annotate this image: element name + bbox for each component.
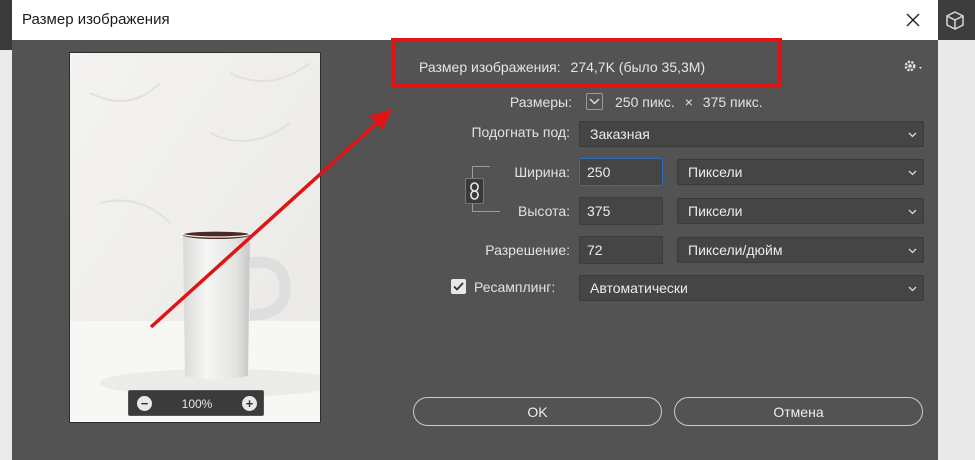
dimensions-toggle[interactable] [586, 93, 603, 110]
height-label: Высота: [518, 203, 570, 219]
chain-link-icon [470, 182, 479, 200]
cube-icon[interactable] [944, 10, 966, 32]
constrain-proportions-button[interactable] [465, 178, 484, 204]
chevron-down-icon [908, 170, 917, 176]
dialog-title: Размер изображения [22, 11, 170, 28]
settings-gear-icon[interactable] [901, 56, 927, 76]
width-unit-value: Пиксели [688, 164, 743, 180]
backdrop-right-canvas [938, 40, 975, 460]
image-size-dialog: Размер изображения − 100% + Размер изобр… [12, 0, 938, 460]
checkmark-icon [453, 282, 464, 291]
resample-select[interactable]: Автоматически [579, 275, 924, 301]
width-label: Ширина: [514, 164, 570, 180]
zoom-out-button[interactable]: − [137, 396, 152, 411]
chevron-down-icon [908, 209, 917, 215]
fit-to-label: Подогнать под: [471, 124, 570, 140]
dimensions-separator: × [684, 94, 693, 110]
resolution-input[interactable]: 72 [579, 236, 663, 264]
resample-label[interactable]: Ресамплинг: [474, 279, 555, 295]
resolution-label: Разрешение: [485, 242, 570, 258]
dimensions-values: 250 пикс. × 375 пикс. [615, 94, 763, 110]
ok-button[interactable]: OK [413, 397, 662, 426]
zoom-control: − 100% + [128, 390, 264, 416]
height-unit-select[interactable]: Пиксели [677, 198, 924, 224]
fit-to-select[interactable]: Заказная [579, 121, 924, 147]
image-preview[interactable] [69, 52, 321, 423]
resample-checkbox[interactable] [451, 279, 466, 294]
resample-value: Автоматически [590, 280, 688, 296]
chevron-down-icon [908, 248, 917, 254]
zoom-value: 100% [181, 397, 213, 411]
backdrop-left-canvas [0, 50, 12, 460]
close-icon [906, 13, 920, 27]
dimensions-width: 250 пикс. [615, 94, 675, 110]
chevron-down-icon [908, 132, 917, 138]
titlebar: Размер изображения [12, 0, 938, 40]
resolution-unit-select[interactable]: Пиксели/дюйм [677, 237, 924, 263]
cup-photo [70, 53, 320, 422]
fit-to-value: Заказная [590, 126, 650, 142]
cancel-button[interactable]: Отмена [674, 397, 923, 426]
resolution-unit-value: Пиксели/дюйм [688, 242, 783, 258]
width-unit-select[interactable]: Пиксели [677, 159, 924, 185]
height-input[interactable]: 375 [579, 197, 663, 225]
annotation-highlight-box [391, 38, 782, 87]
height-unit-value: Пиксели [688, 203, 743, 219]
chevron-down-icon [908, 286, 917, 292]
chevron-down-icon [589, 98, 600, 105]
close-button[interactable] [900, 8, 926, 32]
dimensions-label: Размеры: [509, 94, 572, 110]
width-input[interactable]: 250 [579, 158, 663, 186]
zoom-in-button[interactable]: + [242, 396, 257, 411]
dimensions-height: 375 пикс. [702, 94, 763, 110]
